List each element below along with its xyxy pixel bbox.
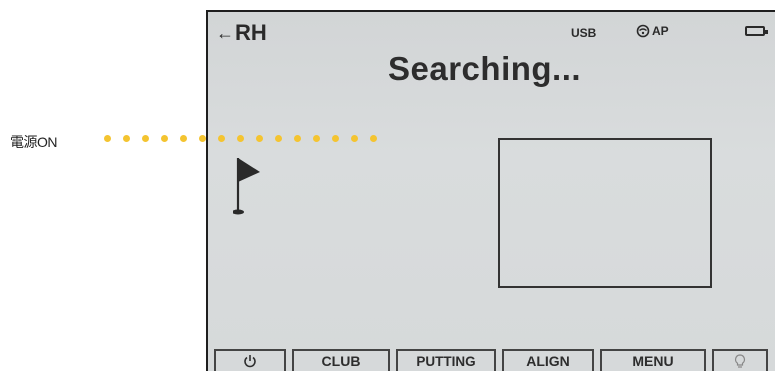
network-indicator: AP xyxy=(636,24,669,38)
leader-dot xyxy=(123,135,130,142)
leader-dot xyxy=(256,135,263,142)
usb-indicator: USB xyxy=(571,26,597,40)
annotation-leader-dots xyxy=(104,135,377,142)
flag-icon xyxy=(233,158,260,215)
leader-dot xyxy=(161,135,168,142)
leader-dot xyxy=(237,135,244,142)
leader-dot xyxy=(313,135,320,142)
leader-dot xyxy=(218,135,225,142)
back-arrow-icon: ← xyxy=(216,22,234,43)
status-bar: ← RH USB AP xyxy=(216,18,768,46)
leader-dot xyxy=(294,135,301,142)
camera-view-frame xyxy=(498,138,712,288)
bottom-toolbar: CLUB PUTTING ALIGN MENU xyxy=(208,344,775,371)
leader-dot xyxy=(104,135,111,142)
power-icon xyxy=(244,355,256,368)
leader-dot xyxy=(370,135,377,142)
annotation-label: 電源ON xyxy=(10,134,58,150)
power-button[interactable] xyxy=(214,349,286,371)
align-button[interactable]: ALIGN xyxy=(502,349,594,371)
status-text: Searching... xyxy=(388,50,582,87)
device-screen: ← RH USB AP Searching... CLUB PUTTING AL… xyxy=(206,10,775,371)
lightbulb-icon xyxy=(734,353,746,368)
club-button[interactable]: CLUB xyxy=(292,349,390,371)
battery-icon xyxy=(745,26,768,36)
wifi-icon xyxy=(636,24,650,38)
leader-dot xyxy=(275,135,282,142)
leader-dot xyxy=(180,135,187,142)
ap-label: AP xyxy=(652,24,669,38)
leader-dot xyxy=(351,135,358,142)
leader-dot xyxy=(199,135,206,142)
menu-button[interactable]: MENU xyxy=(600,349,706,371)
leader-dot xyxy=(332,135,339,142)
hand-label: RH xyxy=(235,20,267,45)
leader-dot xyxy=(142,135,149,142)
hand-indicator[interactable]: ← RH xyxy=(216,20,267,46)
light-button[interactable] xyxy=(712,349,768,371)
putting-button[interactable]: PUTTING xyxy=(396,349,496,371)
